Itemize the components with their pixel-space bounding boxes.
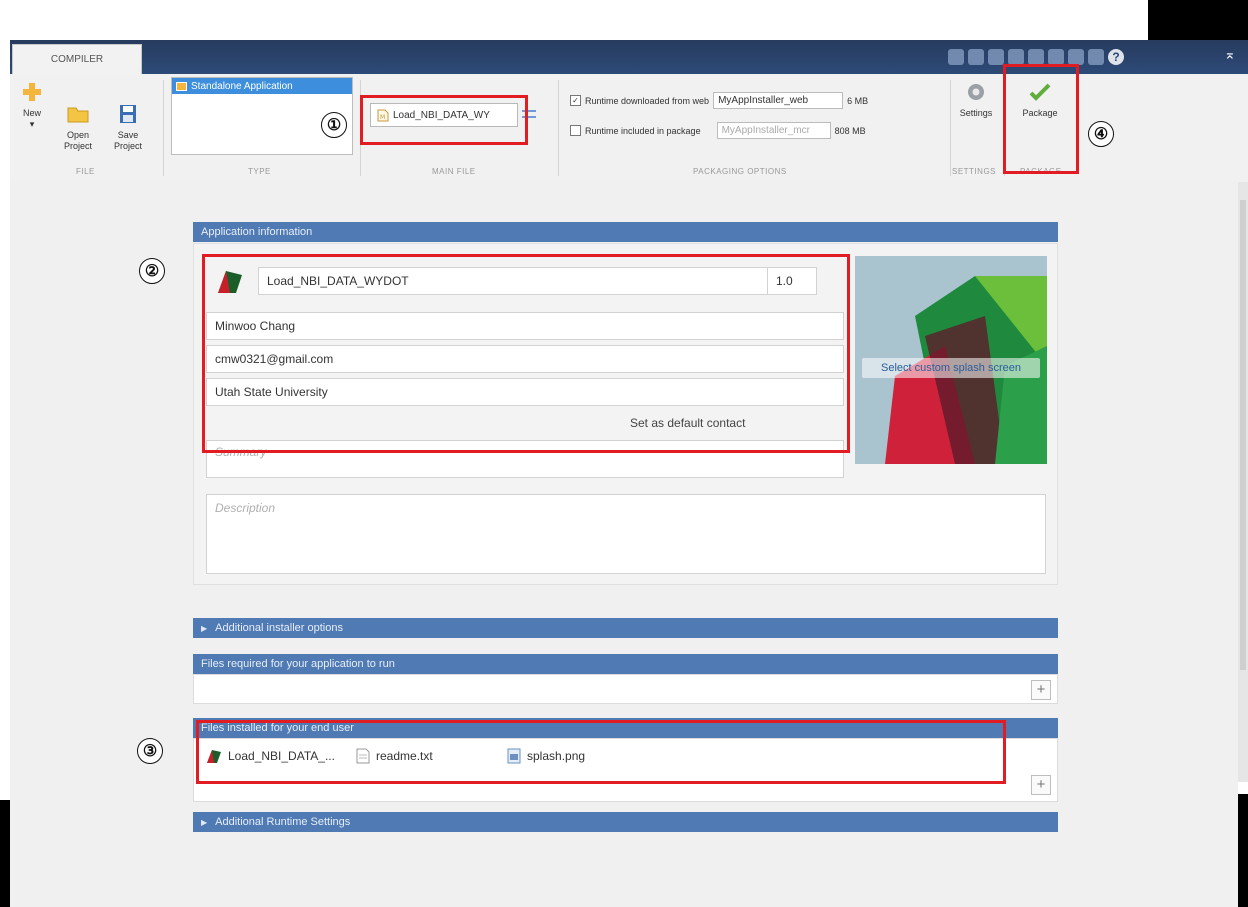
add-required-file-button[interactable]: + <box>1031 680 1051 700</box>
group-divider <box>558 80 559 176</box>
packaging-group-label: PACKAGING OPTIONS <box>693 167 787 176</box>
main-file-group-label: MAIN FILE <box>432 167 476 176</box>
runtime-web-option[interactable]: ✓ Runtime downloaded from web MyAppInsta… <box>570 92 868 109</box>
group-divider <box>950 80 951 176</box>
save-icon[interactable] <box>968 49 984 65</box>
annotation-box-installed-files <box>196 720 1006 784</box>
annotation-number-1: ① <box>321 112 347 138</box>
runtime-package-option[interactable]: Runtime included in package MyAppInstall… <box>570 122 866 139</box>
window-corner <box>1148 0 1248 40</box>
annotation-box-main-file <box>360 95 528 145</box>
undo-icon[interactable] <box>1048 49 1064 65</box>
floppy-icon <box>117 93 139 123</box>
window-edge <box>0 800 10 907</box>
pin-icon[interactable]: ⌅ <box>1224 46 1236 63</box>
paste-icon[interactable] <box>1028 49 1044 65</box>
window-edge <box>1238 794 1248 907</box>
search-icon[interactable] <box>948 49 964 65</box>
copy-icon[interactable] <box>1008 49 1024 65</box>
runtime-package-name-field[interactable]: MyAppInstaller_mcr <box>716 122 831 139</box>
files-required-header: Files required for your application to r… <box>193 654 1058 674</box>
annotation-number-4: ④ <box>1088 121 1114 147</box>
additional-installer-options-header[interactable]: ▶ Additional installer options <box>193 618 1058 638</box>
runtime-package-checkbox[interactable] <box>570 125 581 136</box>
type-item-standalone[interactable]: Standalone Application <box>172 78 352 94</box>
new-button[interactable]: New ▾ <box>16 82 48 130</box>
files-required-list[interactable] <box>193 674 1058 704</box>
settings-group-label: SETTINGS <box>952 167 997 176</box>
settings-button[interactable]: Settings <box>954 82 998 119</box>
chevron-down-icon: ▾ <box>29 119 35 129</box>
select-splash-button[interactable]: Select custom splash screen <box>862 358 1040 378</box>
file-group-label: FILE <box>76 167 95 176</box>
tab-compiler[interactable]: COMPILER <box>12 44 142 75</box>
expand-triangle-icon: ▶ <box>201 818 208 827</box>
open-project-button[interactable]: Open Project <box>58 82 98 152</box>
redo-icon[interactable] <box>1068 49 1084 65</box>
application-window-icon <box>176 81 187 91</box>
runtime-web-name-field[interactable]: MyAppInstaller_web <box>713 92 844 109</box>
runtime-package-label: Runtime included in package <box>585 125 701 136</box>
type-group-label: TYPE <box>248 167 271 176</box>
runtime-web-label: Runtime downloaded from web <box>585 95 710 106</box>
section-title: Additional Runtime Settings <box>215 816 351 828</box>
open-project-label: Open Project <box>63 130 92 151</box>
new-plus-icon <box>21 82 43 102</box>
gear-icon <box>965 82 987 102</box>
type-item-label: Standalone Application <box>191 80 293 92</box>
runtime-web-size: 6 MB <box>847 95 869 106</box>
cut-icon[interactable] <box>988 49 1004 65</box>
runtime-web-checkbox[interactable]: ✓ <box>570 95 581 106</box>
runtime-package-size: 808 MB <box>834 125 866 136</box>
switch-windows-icon[interactable] <box>1088 49 1104 65</box>
scrollbar-thumb[interactable] <box>1240 200 1246 670</box>
save-project-label: Save Project <box>113 130 142 151</box>
group-divider <box>163 80 164 176</box>
save-project-button[interactable]: Save Project <box>108 82 148 152</box>
annotation-box-app-info <box>202 254 850 453</box>
expand-triangle-icon: ▶ <box>201 624 208 633</box>
annotation-number-3: ③ <box>137 738 163 764</box>
annotation-box-package <box>1003 64 1079 174</box>
description-field[interactable]: Description <box>206 494 1046 574</box>
section-title: Additional installer options <box>215 622 343 634</box>
help-icon[interactable]: ? <box>1108 49 1124 65</box>
new-label: New <box>22 108 41 118</box>
settings-label: Settings <box>959 108 993 118</box>
additional-runtime-settings-header[interactable]: ▶ Additional Runtime Settings <box>193 812 1058 832</box>
add-installed-file-button[interactable]: + <box>1031 775 1051 795</box>
application-info-header: Application information <box>193 222 1058 242</box>
folder-icon <box>67 93 89 123</box>
annotation-number-2: ② <box>139 258 165 284</box>
